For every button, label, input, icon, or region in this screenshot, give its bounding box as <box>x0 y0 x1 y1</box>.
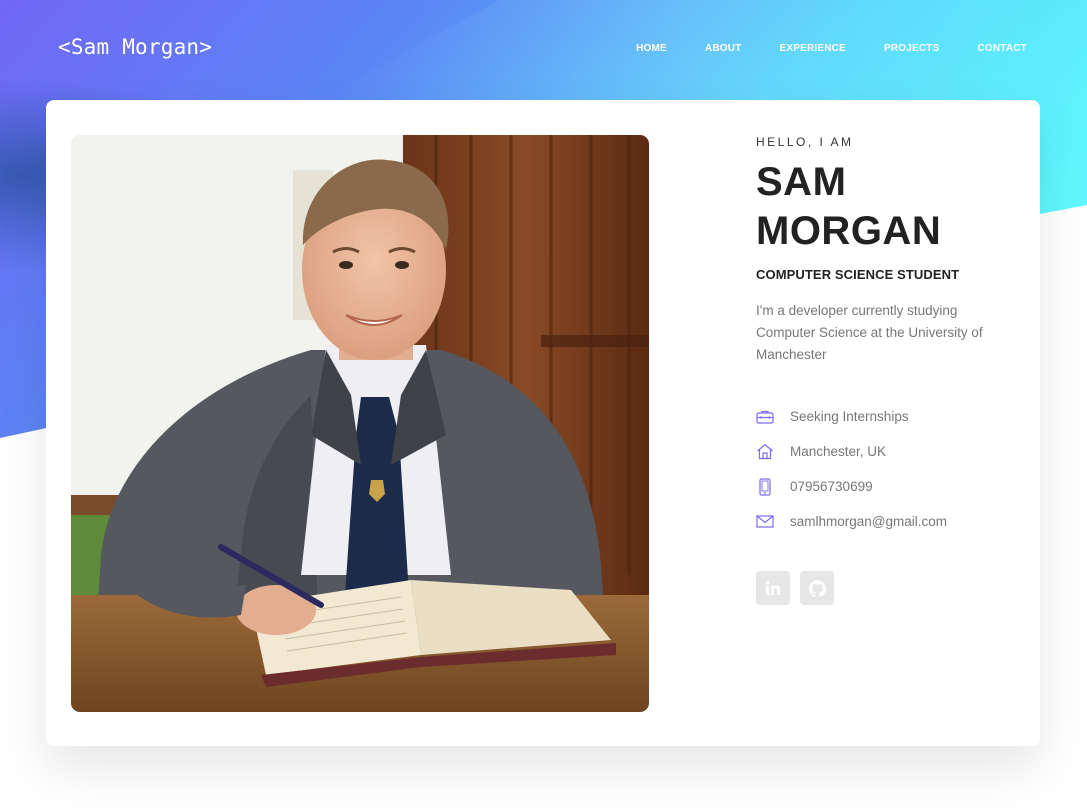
home-icon <box>756 443 774 461</box>
main-nav: HOME ABOUT EXPERIENCE PROJECTS CONTACT <box>598 43 1027 54</box>
profile-photo <box>71 135 649 712</box>
contact-details: Seeking Internships Manchester, UK 07956… <box>756 399 1016 539</box>
social-links <box>756 571 1016 605</box>
mail-icon <box>756 513 774 531</box>
nav-about-link[interactable]: ABOUT <box>705 43 742 54</box>
github-button[interactable] <box>800 571 834 605</box>
github-icon <box>808 579 826 597</box>
bio-text: I'm a developer currently studying Compu… <box>756 303 983 362</box>
phone-icon <box>756 477 774 496</box>
site-logo[interactable]: <Sam Morgan> <box>58 35 212 59</box>
top-navigation-bar: <Sam Morgan> HOME ABOUT EXPERIENCE PROJE… <box>0 0 1087 100</box>
profile-info: HELLO, I AM SAM MORGAN COMPUTER SCIENCE … <box>756 135 1016 605</box>
phone-text[interactable]: 07956730699 <box>790 479 873 494</box>
email-text[interactable]: samlhmorgan@gmail.com <box>790 514 947 529</box>
nav-contact-link[interactable]: CONTACT <box>977 43 1027 54</box>
nav-projects-link[interactable]: PROJECTS <box>884 43 940 54</box>
status-text: Seeking Internships <box>790 409 909 424</box>
linkedin-icon <box>765 580 780 595</box>
profile-name: SAM MORGAN <box>756 158 1016 256</box>
job-title: COMPUTER SCIENCE STUDENT <box>756 267 960 282</box>
greeting: HELLO, I AM <box>756 135 854 149</box>
detail-location: Manchester, UK <box>756 434 1016 469</box>
linkedin-button[interactable] <box>756 571 790 605</box>
briefcase-icon <box>756 408 774 426</box>
detail-phone: 07956730699 <box>756 469 1016 504</box>
nav-home-link[interactable]: HOME <box>636 43 667 54</box>
nav-experience-link[interactable]: EXPERIENCE <box>779 43 845 54</box>
detail-email: samlhmorgan@gmail.com <box>756 504 1016 539</box>
last-name: MORGAN <box>756 209 942 253</box>
profile-card: HELLO, I AM SAM MORGAN COMPUTER SCIENCE … <box>46 100 1040 746</box>
first-name: SAM <box>756 160 847 204</box>
location-text: Manchester, UK <box>790 444 887 459</box>
detail-status: Seeking Internships <box>756 399 1016 434</box>
